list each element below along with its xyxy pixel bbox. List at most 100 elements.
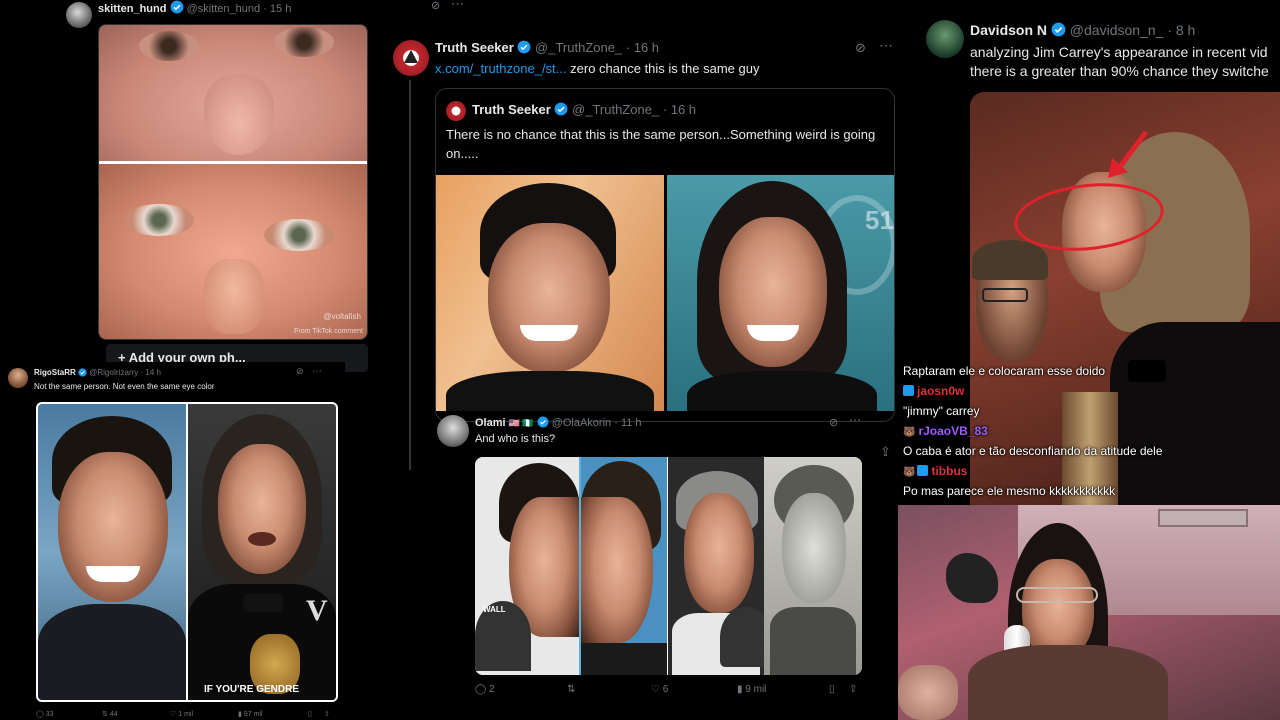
author-handle[interactable]: @OlaAkorin — [552, 417, 611, 429]
grok-icon[interactable]: ⊘ — [855, 40, 866, 56]
verified-icon — [517, 40, 531, 54]
chat-message: Po mas parece ele mesmo kkkkkkkkkkk — [903, 484, 1116, 498]
views-count: 97 mil — [243, 711, 263, 718]
post-link[interactable]: x.com/_truthzone_/st... — [435, 61, 567, 76]
like-icon[interactable]: ♡ 1 mil — [170, 710, 238, 718]
quote-text: There is no chance that this is the same… — [446, 127, 876, 161]
post-time[interactable]: · 11 h — [614, 417, 641, 429]
window-frame — [1158, 509, 1248, 527]
post-time[interactable]: · 16 h — [626, 40, 659, 55]
grok-icon[interactable]: ⊘ — [829, 416, 838, 429]
author-handle[interactable]: @davidson_n_ — [1070, 22, 1164, 38]
views-icon[interactable]: ▮ 97 mil — [238, 710, 308, 718]
post-time[interactable]: · 14 h — [141, 368, 161, 377]
post-text: zero chance this is the same guy — [570, 61, 760, 76]
like-count: 6 — [662, 684, 669, 695]
post-text: And who is this? — [475, 433, 556, 445]
face-split-right — [581, 457, 667, 675]
author-name[interactable]: Davidson N — [970, 22, 1047, 38]
author-flags: 🇺🇸 🇳🇬 — [508, 418, 534, 428]
chat-user-row: 🐻 rJoaoVB_83 — [903, 424, 1183, 444]
post-time[interactable]: · 8 h — [1167, 22, 1195, 38]
post-media[interactable]: WALL — [475, 457, 862, 675]
watermark: @voltafish — [323, 312, 361, 321]
avatar[interactable] — [8, 368, 28, 388]
chat-user-row: 🐻 tibbus — [903, 464, 1183, 484]
more-options-icon[interactable]: ⋯ — [879, 37, 893, 54]
post-skitten: skitten_hund @skitten_hund · 15 h @volta… — [60, 0, 370, 380]
views-icon[interactable]: ▮ 9 mil — [737, 684, 829, 695]
author-handle[interactable]: @RigoIrizarry — [89, 368, 138, 377]
thread-line — [409, 80, 411, 470]
share-icon[interactable]: ⇪ — [880, 444, 891, 460]
post-media[interactable]: V IF YOU'RE GENDRE — [36, 402, 338, 702]
glasses — [1016, 587, 1098, 603]
reply-count: 2 — [488, 684, 495, 695]
action-bar: ◯ 33 ⇅ 44 ♡ 1 mil ▮ 97 mil ▯ ⇪ — [36, 710, 336, 718]
webcam-feed — [898, 505, 1280, 720]
post-rigo: RigoStaRR @RigoIrizarry · 14 h ⋯ ⊘ Not t… — [0, 362, 345, 720]
post-text-line2: there is a greater than 90% chance they … — [970, 63, 1269, 79]
face-photo-right: 51 — [667, 175, 894, 411]
grok-icon[interactable]: ⊘ — [296, 366, 304, 377]
chat-username[interactable]: rJoaoVB_83 — [918, 424, 987, 438]
post-time[interactable]: · 15 h — [263, 3, 291, 15]
author-handle[interactable]: @skitten_hund — [187, 3, 261, 15]
quote-author-name: Truth Seeker — [472, 102, 551, 117]
quote-author-handle: @_TruthZone_ — [572, 102, 660, 117]
author-name[interactable]: skitten_hund — [98, 3, 166, 15]
dragon-figure — [946, 553, 998, 603]
author-name[interactable]: Olami — [475, 417, 506, 429]
verified-icon — [170, 0, 183, 14]
more-options-icon[interactable]: ⋯ — [451, 0, 464, 12]
like-icon[interactable]: ♡ 6 — [651, 684, 737, 695]
author-handle[interactable]: @_TruthZone_ — [535, 40, 622, 55]
reply-icon[interactable]: ◯ 2 — [475, 684, 567, 695]
reply-icon[interactable]: ◯ 33 — [36, 710, 102, 718]
video-caption: IF YOU'RE GENDRE — [204, 684, 299, 695]
avatar[interactable] — [926, 20, 964, 58]
grok-icon[interactable]: ⊘ — [431, 0, 440, 12]
face-photo-left — [38, 404, 186, 700]
cap-text: WALL — [483, 605, 506, 614]
hand — [898, 665, 958, 720]
more-options-icon[interactable]: ⋯ — [312, 366, 322, 377]
verified-icon — [1051, 22, 1066, 37]
share-icon[interactable]: ⇪ — [849, 684, 857, 695]
post-truth-seeker: ⊘ ⋯ Truth Seeker @_TruthZone_ · 16 h ⊘ ⋯… — [385, 0, 905, 720]
chat-message: "jimmy" carrey — [903, 404, 980, 418]
bookmark-icon[interactable]: ▯ — [308, 710, 324, 718]
author-name[interactable]: RigoStaRR — [34, 368, 76, 377]
more-options-icon[interactable]: ⋯ — [849, 413, 861, 427]
background-number: 51 — [865, 205, 894, 235]
face-photo-left — [436, 175, 664, 411]
chat-message: O caba é ator e tão desconfiando da atit… — [903, 444, 1163, 458]
eyes-photo-bottom: @voltafish From TikTok comment — [99, 164, 367, 339]
streamer-face — [1022, 559, 1094, 659]
streamer-shirt — [968, 645, 1168, 720]
share-icon[interactable]: ⇪ — [324, 710, 330, 718]
avatar[interactable] — [393, 40, 429, 76]
bookmark-icon[interactable]: ▯ — [829, 684, 849, 695]
verified-icon — [554, 102, 568, 116]
chat-username[interactable]: jaosn0w — [917, 384, 964, 398]
bear-badge-icon: 🐻 — [903, 427, 916, 438]
quoted-post[interactable]: Truth Seeker @_TruthZone_ · 16 h There i… — [435, 88, 895, 422]
verified-icon — [78, 368, 87, 377]
author-name[interactable]: Truth Seeker — [435, 40, 514, 55]
chat-username[interactable]: tibbus — [931, 464, 967, 478]
repost-icon[interactable]: ⇅ — [567, 684, 651, 695]
bear-badge-icon: 🐻 — [903, 467, 916, 478]
subscriber-badge-icon — [903, 385, 914, 396]
avatar[interactable] — [437, 415, 469, 447]
eyes-photo-top — [99, 25, 367, 161]
reply-count: 33 — [45, 711, 54, 718]
repost-icon[interactable]: ⇅ 44 — [102, 710, 170, 718]
avatar[interactable] — [66, 2, 92, 28]
post-media[interactable]: @voltafish From TikTok comment — [98, 24, 368, 340]
face-photo-right: V IF YOU'RE GENDRE — [188, 404, 336, 700]
engraving-portrait — [764, 457, 862, 675]
tiktok-credit: From TikTok comment — [294, 328, 363, 335]
action-bar: ◯ 2 ⇅ ♡ 6 ▮ 9 mil ▯ ⇪ — [475, 684, 865, 695]
verified-icon — [537, 416, 549, 428]
